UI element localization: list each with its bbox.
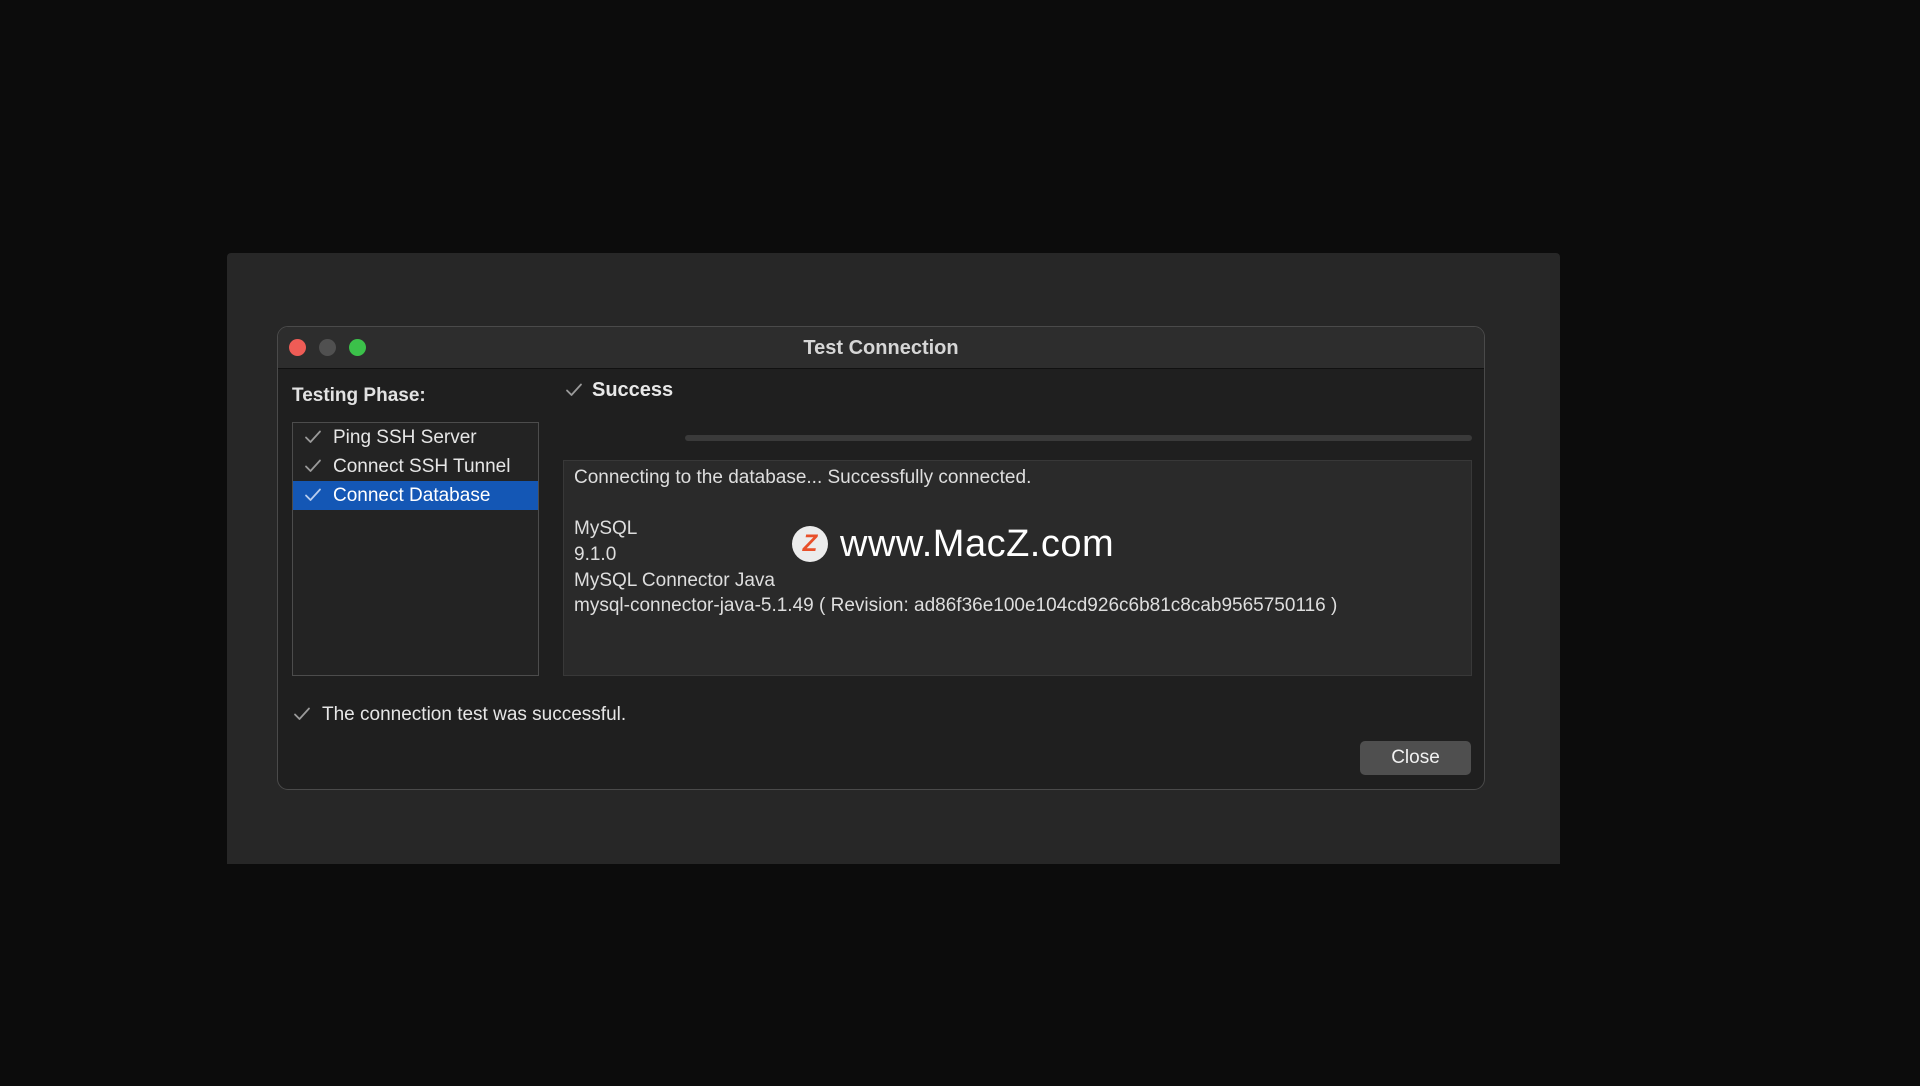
progress-bar [685,435,1472,441]
checkmark-icon [305,488,321,501]
status-row: Success [564,374,1471,406]
phase-item-label: Ping SSH Server [333,427,477,448]
output-line: mysql-connector-java-5.1.49 ( Revision: … [574,595,1338,617]
checkmark-icon [305,459,321,472]
output-line: MySQL Connector Java [574,569,775,591]
connection-output[interactable]: Connecting to the database... Successful… [563,460,1472,676]
dialog-title: Test Connection [803,337,959,359]
watermark-text: www.MacZ.com [840,523,1115,565]
title-bar[interactable]: Test Connection [278,327,1484,369]
checkmark-icon [566,383,582,396]
phase-item-connect-database[interactable]: Connect Database [293,481,538,510]
phase-item-ping-ssh-server[interactable]: Ping SSH Server [293,423,538,452]
checkmark-icon [294,707,310,720]
phase-list: Ping SSH Server Connect SSH Tunnel Conne… [292,422,539,676]
phase-item-label: Connect SSH Tunnel [333,456,511,477]
screen: Test Connection Testing Phase: Ping SSH … [0,0,1920,1086]
testing-phase-label: Testing Phase: [292,385,426,406]
close-button[interactable]: Close [1360,741,1471,775]
phase-item-label: Connect Database [333,485,491,506]
status-text: Success [592,379,674,401]
watermark: Z www.MacZ.com [792,524,1114,564]
macz-logo-icon: Z [792,526,828,562]
phase-item-connect-ssh-tunnel[interactable]: Connect SSH Tunnel [293,452,538,481]
output-line: Connecting to the database... Successful… [574,467,1032,488]
checkmark-icon [305,430,321,443]
result-message: The connection test was successful. [322,704,627,725]
